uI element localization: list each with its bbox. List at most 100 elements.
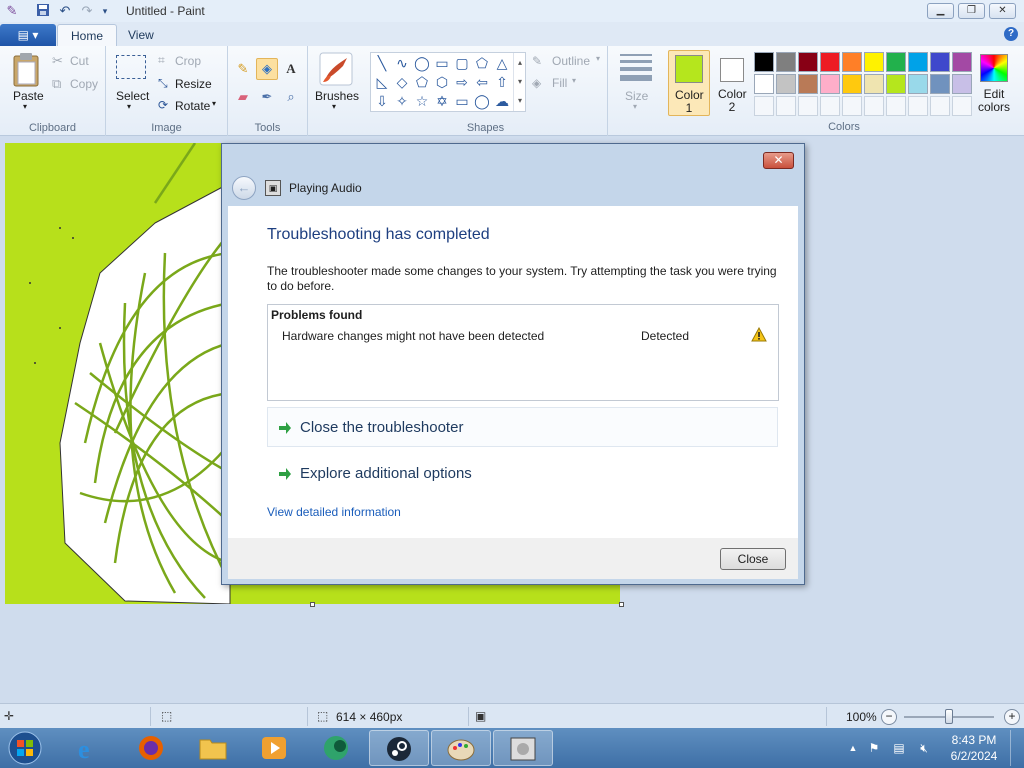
palette-color-swatch[interactable] — [886, 52, 906, 72]
palette-custom-empty-slot[interactable] — [886, 96, 906, 116]
right-triangle-shape-icon[interactable]: ◺ — [373, 73, 391, 91]
paint-app-icon[interactable]: ✎ — [4, 3, 20, 19]
palette-color-swatch[interactable] — [864, 74, 884, 94]
palette-custom-empty-slot[interactable] — [842, 96, 862, 116]
pentagon-shape-icon[interactable]: ⬠ — [413, 73, 431, 91]
firefox-taskbar-button[interactable] — [122, 730, 182, 766]
close-troubleshooter-link[interactable]: Close the troubleshooter — [267, 407, 778, 447]
troubleshooter-taskbar-button[interactable] — [493, 730, 553, 766]
edit-colors-button[interactable]: Edit colors — [976, 50, 1012, 116]
size-label[interactable]: Size — [625, 89, 648, 103]
internet-explorer-taskbar-button[interactable]: e — [60, 730, 120, 766]
text-tool-icon[interactable]: A — [280, 58, 302, 80]
resize-handle-bottom[interactable] — [310, 602, 315, 607]
down-arrow-shape-icon[interactable]: ⇩ — [373, 92, 391, 110]
five-point-star-shape-icon[interactable]: ☆ — [413, 92, 431, 110]
tab-view[interactable]: View — [115, 24, 167, 46]
close-window-button[interactable]: ✕ — [989, 3, 1016, 19]
paste-label[interactable]: Paste — [13, 89, 44, 103]
dialog-close-icon[interactable]: ✕ — [763, 152, 794, 169]
palette-color-swatch[interactable] — [820, 74, 840, 94]
brushes-label[interactable]: Brushes — [315, 89, 359, 103]
back-arrow-icon[interactable]: ← — [232, 176, 256, 200]
undo-icon[interactable]: ↶ — [57, 3, 73, 19]
explore-options-link[interactable]: Explore additional options — [267, 453, 778, 493]
palette-custom-empty-slot[interactable] — [776, 96, 796, 116]
palette-custom-empty-slot[interactable] — [798, 96, 818, 116]
rectangle-shape-icon[interactable]: ▭ — [433, 54, 451, 72]
paint-taskbar-button[interactable] — [431, 730, 491, 766]
polygon-shape-icon[interactable]: ⬠ — [473, 54, 491, 72]
save-icon[interactable] — [35, 3, 51, 19]
hexagon-shape-icon[interactable]: ⬡ — [433, 73, 451, 91]
green-app-taskbar-button[interactable] — [307, 730, 367, 766]
network-icon[interactable]: ▤ — [891, 740, 907, 756]
palette-color-swatch[interactable] — [820, 52, 840, 72]
line-shape-icon[interactable]: ╲ — [373, 54, 391, 72]
select-button[interactable]: Select — [116, 89, 149, 103]
color2-button[interactable]: Color 2 — [712, 50, 752, 116]
cut-button[interactable]: Cut — [70, 54, 89, 68]
magnifier-icon[interactable]: ⌕ — [280, 86, 302, 108]
palette-color-swatch[interactable] — [930, 74, 950, 94]
customize-quick-access-icon[interactable]: ▾ — [97, 3, 113, 19]
paint-menu-button[interactable]: ▤ ▾ — [0, 24, 56, 46]
triangle-shape-icon[interactable]: △ — [493, 54, 511, 72]
palette-color-swatch[interactable] — [864, 52, 884, 72]
palette-color-swatch[interactable] — [776, 74, 796, 94]
zoom-slider-thumb[interactable] — [945, 709, 953, 724]
eraser-icon[interactable]: ▰ — [232, 86, 254, 108]
select-dropdown-icon[interactable]: ▾ — [127, 102, 131, 111]
show-desktop-button[interactable] — [1010, 730, 1022, 766]
start-button[interactable] — [6, 730, 46, 766]
resize-handle-corner[interactable] — [619, 602, 624, 607]
pencil-icon[interactable]: ✎ — [232, 58, 254, 80]
outline-dropdown-icon[interactable]: ▾ — [596, 54, 600, 63]
oval-shape-icon[interactable]: ◯ — [413, 54, 431, 72]
callout-rect-shape-icon[interactable]: ▭ — [453, 92, 471, 110]
resize-button[interactable]: Resize — [175, 77, 212, 91]
select-icon[interactable] — [116, 55, 146, 79]
rotate-button[interactable]: Rotate — [175, 99, 210, 113]
diamond-shape-icon[interactable]: ◇ — [393, 73, 411, 91]
palette-custom-empty-slot[interactable] — [952, 96, 972, 116]
size-dropdown-icon[interactable]: ▾ — [633, 102, 637, 111]
palette-color-swatch[interactable] — [754, 52, 774, 72]
zoom-in-button[interactable]: + — [1004, 709, 1020, 725]
paste-icon[interactable] — [11, 52, 43, 87]
palette-color-swatch[interactable] — [886, 74, 906, 94]
outline-button[interactable]: Outline — [552, 54, 590, 68]
palette-color-swatch[interactable] — [952, 74, 972, 94]
palette-color-swatch[interactable] — [842, 74, 862, 94]
view-detailed-information-link[interactable]: View detailed information — [267, 505, 401, 519]
brushes-icon[interactable] — [319, 52, 353, 86]
palette-color-swatch[interactable] — [842, 52, 862, 72]
action-center-flag-icon[interactable]: ⚑ — [866, 740, 882, 756]
color1-button[interactable]: Color 1 — [668, 50, 710, 116]
fill-dropdown-icon[interactable]: ▾ — [572, 76, 576, 85]
crop-button[interactable]: Crop — [175, 54, 201, 68]
fill-button[interactable]: Fill — [552, 76, 567, 90]
rounded-rectangle-shape-icon[interactable]: ▢ — [453, 54, 471, 72]
palette-color-swatch[interactable] — [952, 52, 972, 72]
left-arrow-shape-icon[interactable]: ⇦ — [473, 73, 491, 91]
steam-taskbar-button[interactable] — [369, 730, 429, 766]
palette-color-swatch[interactable] — [908, 74, 928, 94]
right-arrow-shape-icon[interactable]: ⇨ — [453, 73, 471, 91]
rotate-dropdown-icon[interactable]: ▾ — [212, 99, 216, 108]
system-clock[interactable]: 8:43 PM 6/2/2024 — [948, 732, 1000, 764]
brushes-dropdown-icon[interactable]: ▾ — [332, 102, 336, 111]
zoom-out-button[interactable]: − — [881, 709, 897, 725]
show-hidden-icons[interactable]: ▲ — [845, 740, 861, 756]
palette-color-swatch[interactable] — [798, 52, 818, 72]
up-arrow-shape-icon[interactable]: ⇧ — [493, 73, 511, 91]
copy-button[interactable]: Copy — [70, 77, 98, 91]
palette-color-swatch[interactable] — [754, 74, 774, 94]
palette-color-swatch[interactable] — [930, 52, 950, 72]
fill-bucket-icon[interactable]: ◈ — [256, 58, 278, 80]
palette-custom-empty-slot[interactable] — [908, 96, 928, 116]
shapes-scroll[interactable]: ▴ ▾ ▾ — [513, 53, 526, 111]
minimize-button[interactable]: ▁ — [927, 3, 954, 19]
palette-color-swatch[interactable] — [908, 52, 928, 72]
maximize-button[interactable]: ❐ — [958, 3, 985, 19]
